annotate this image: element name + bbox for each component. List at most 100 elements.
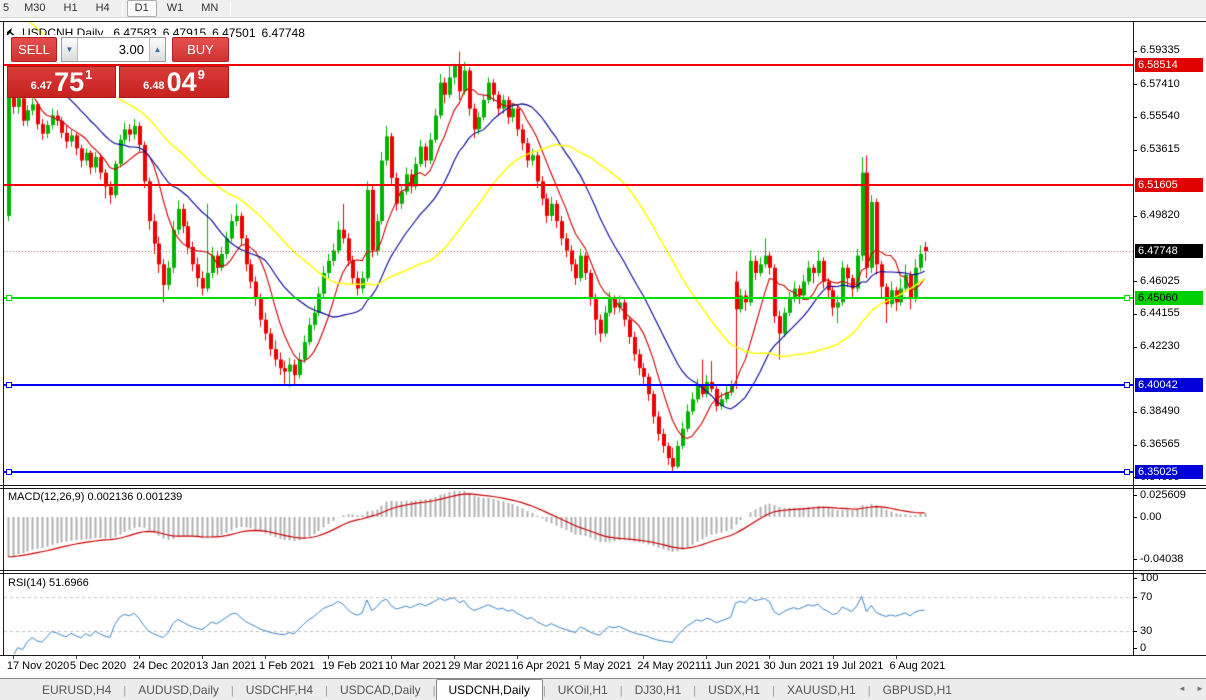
- sell-price-box[interactable]: 6.47 75 1: [7, 66, 116, 98]
- current-price-badge: 6.47748: [1135, 244, 1203, 258]
- chart-frame-left: [3, 21, 4, 656]
- price-tick-label: 6.49820: [1140, 209, 1180, 221]
- timeframe-5[interactable]: 5: [1, 0, 14, 17]
- price-tick-label: 6.36565: [1140, 438, 1180, 450]
- date-label: 17 Nov 2020: [7, 660, 69, 672]
- hline-support-blue-lower[interactable]: [4, 471, 1133, 473]
- hline-support-green[interactable]: [4, 297, 1133, 299]
- price-tick-mark: [1133, 117, 1137, 118]
- timeframe-d1[interactable]: D1: [127, 0, 157, 17]
- buy-price-box[interactable]: 6.48 04 9: [119, 66, 229, 98]
- macd-tick-mark: [1133, 559, 1137, 560]
- date-label: 16 Apr 2021: [511, 660, 570, 672]
- price-tick-mark: [1133, 314, 1137, 315]
- separator-main-macd-1[interactable]: [0, 485, 1206, 486]
- tabs-scroll-left-icon[interactable]: ◄: [1178, 684, 1186, 693]
- price-tick-mark: [1133, 84, 1137, 85]
- price-tick-label: 6.38490: [1140, 405, 1180, 417]
- sell-price-pip: 1: [85, 67, 92, 82]
- hline-handle-support-blue-upper[interactable]: [6, 382, 12, 388]
- tab-usdcad-daily[interactable]: USDCAD,Daily: [328, 680, 433, 700]
- tabs-scroll-right-icon[interactable]: ►: [1196, 684, 1204, 693]
- rsi-axis-label: 100: [1140, 572, 1158, 584]
- tab-usdchf-h4[interactable]: USDCHF,H4: [234, 680, 325, 700]
- hline-handle-support-blue-lower[interactable]: [6, 469, 12, 475]
- chart-frame-bottom: [0, 655, 1206, 656]
- hline-handle-support-green[interactable]: [1124, 295, 1130, 301]
- date-label: 11 Jun 2021: [700, 660, 760, 672]
- rsi-label: RSI(14) 51.6966: [8, 577, 89, 589]
- chart-canvas[interactable]: [0, 0, 1206, 700]
- date-label: 30 Jun 2021: [763, 660, 824, 672]
- price-badge-resistance-upper: 6.58514: [1135, 58, 1203, 72]
- hline-handle-support-blue-upper[interactable]: [1124, 382, 1130, 388]
- price-tick-label: 6.55540: [1140, 110, 1180, 122]
- rsi-tick-mark: [1133, 648, 1137, 649]
- macd-axis-label: 0.025609: [1140, 489, 1186, 501]
- buy-price-main: 04: [167, 69, 197, 95]
- timeframe-h1[interactable]: H1: [56, 0, 86, 17]
- date-tick-mark: [391, 656, 392, 659]
- timeframe-h4[interactable]: H4: [88, 0, 118, 17]
- tab-gbpusd-h1[interactable]: GBPUSD,H1: [871, 680, 964, 700]
- tab-usdx-h1[interactable]: USDX,H1: [696, 680, 772, 700]
- price-tick-label: 6.44155: [1140, 307, 1180, 319]
- sell-price-main: 75: [54, 69, 84, 95]
- hline-resistance-upper[interactable]: [4, 64, 1133, 66]
- timeframe-m30[interactable]: M30: [16, 0, 53, 17]
- date-label: 5 May 2021: [574, 660, 631, 672]
- price-badge-support-blue-upper: 6.40042: [1135, 378, 1203, 392]
- volume-input[interactable]: 3.00: [78, 38, 149, 61]
- date-label: 10 Mar 2021: [385, 660, 447, 672]
- date-label: 19 Feb 2021: [322, 660, 384, 672]
- tab-audusd-daily[interactable]: AUDUSD,Daily: [126, 680, 231, 700]
- separator-main-macd-2[interactable]: [0, 488, 1206, 489]
- buy-price-prefix: 6.48: [143, 80, 164, 92]
- mt4-window: 5M30H1H4D1W1MN USDCNH,Daily 6.47583 6.47…: [0, 0, 1206, 700]
- tab-eurusd-h4[interactable]: EURUSD,H4: [30, 680, 123, 700]
- rsi-tick-mark: [1133, 597, 1137, 598]
- rsi-axis-label: 0: [1140, 642, 1146, 654]
- rsi-name: RSI(14): [8, 577, 46, 589]
- date-tick-mark: [517, 656, 518, 659]
- tab-usdcnh-daily[interactable]: USDCNH,Daily: [436, 679, 543, 700]
- tab-dj30-h1[interactable]: DJ30,H1: [623, 680, 694, 700]
- date-tick-mark: [265, 656, 266, 659]
- hline-handle-support-green[interactable]: [6, 295, 12, 301]
- date-label: 13 Jan 2021: [196, 660, 257, 672]
- price-tick-mark: [1133, 412, 1137, 413]
- timeframe-w1[interactable]: W1: [159, 0, 192, 17]
- rsi-tick-mark: [1133, 578, 1137, 579]
- separator-macd-rsi-1[interactable]: [0, 570, 1206, 571]
- volume-decrease-icon[interactable]: ▼: [62, 38, 78, 61]
- separator-macd-rsi-2[interactable]: [0, 573, 1206, 574]
- date-label: 5 Dec 2020: [70, 660, 126, 672]
- date-tick-mark: [643, 656, 644, 659]
- volume-spinner: ▼ 3.00 ▲: [61, 37, 166, 62]
- date-tick-mark: [580, 656, 581, 659]
- rsi-axis-label: 30: [1140, 625, 1152, 637]
- date-label: 6 Aug 2021: [890, 660, 946, 672]
- date-tick-mark: [706, 656, 707, 659]
- buy-button[interactable]: BUY: [172, 37, 229, 62]
- date-tick-mark: [896, 656, 897, 659]
- date-tick-mark: [328, 656, 329, 659]
- price-badge-support-green: 6.45060: [1135, 291, 1203, 305]
- hline-handle-support-blue-lower[interactable]: [1124, 469, 1130, 475]
- price-tick-mark: [1133, 216, 1137, 217]
- tab-ukoil-h1[interactable]: UKOil,H1: [546, 680, 620, 700]
- price-tick-mark: [1133, 150, 1137, 151]
- date-tick-mark: [769, 656, 770, 659]
- sell-button[interactable]: SELL: [11, 37, 57, 62]
- hline-resistance-mid[interactable]: [4, 184, 1133, 186]
- tab-xauusd-h1[interactable]: XAUUSD,H1: [775, 680, 868, 700]
- timeframe-mn[interactable]: MN: [193, 0, 226, 17]
- chart-frame-top: [0, 21, 1206, 22]
- date-label: 24 May 2021: [637, 660, 701, 672]
- hline-support-blue-upper[interactable]: [4, 384, 1133, 386]
- date-label: 29 Mar 2021: [448, 660, 510, 672]
- macd-name: MACD(12,26,9): [8, 491, 84, 503]
- macd-axis-label: -0.04038: [1140, 553, 1183, 565]
- volume-increase-icon[interactable]: ▲: [149, 38, 165, 61]
- price-badge-resistance-mid: 6.51605: [1135, 178, 1203, 192]
